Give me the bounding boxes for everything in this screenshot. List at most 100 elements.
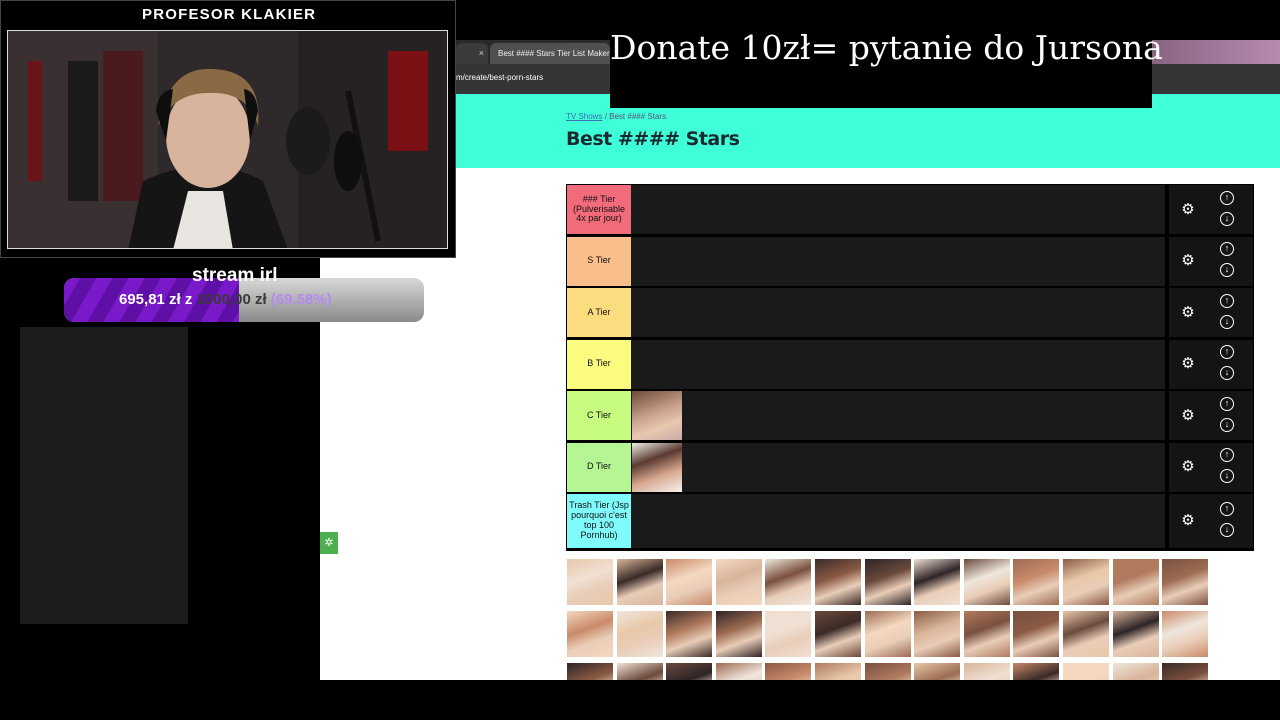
pool-item-image[interactable]	[764, 558, 813, 606]
gear-icon[interactable]: ⚙	[1180, 459, 1196, 475]
pool-item-image[interactable]	[1161, 662, 1210, 680]
pool-item-image[interactable]	[962, 610, 1011, 658]
tier-drop-zone[interactable]	[632, 288, 1165, 337]
tier-item-image[interactable]	[632, 391, 682, 440]
tier-controls: ⚙ ↑ ↓	[1165, 391, 1253, 440]
page-title: Best #### Stars	[566, 128, 740, 150]
donation-banner-text: Donate 10zł= pytanie do Jursona	[610, 28, 1163, 67]
pool-item-image[interactable]	[863, 558, 912, 606]
pool-item-image[interactable]	[913, 558, 962, 606]
gear-icon[interactable]: ⚙	[1180, 201, 1196, 218]
pool-item-image[interactable]	[615, 558, 664, 606]
pool-item-image[interactable]	[913, 610, 962, 658]
pool-item-image[interactable]	[814, 558, 862, 606]
pool-item-image[interactable]	[665, 558, 714, 606]
tier-label[interactable]: ### Tier (Pulverisable 4x par jour)	[567, 185, 631, 234]
goal-title: stream irl	[192, 265, 278, 286]
pool-item-image[interactable]	[764, 610, 813, 658]
tier-label[interactable]: A Tier	[567, 288, 631, 337]
arrow-down-circle-icon[interactable]: ↓	[1220, 523, 1234, 537]
arrow-up-circle-icon[interactable]: ↑	[1220, 345, 1234, 359]
tier-row: D Tier ⚙ ↑ ↓	[567, 442, 1253, 494]
breadcrumb-link-tv-shows[interactable]: TV Shows	[566, 112, 602, 121]
pool-item-image[interactable]	[566, 662, 614, 680]
tier-drop-zone[interactable]	[632, 236, 1165, 286]
gear-icon[interactable]: ⚙	[1180, 356, 1196, 372]
pool-item-image[interactable]	[962, 662, 1011, 680]
tier-label[interactable]: D Tier	[567, 442, 631, 492]
pool-item-image[interactable]	[714, 610, 763, 658]
arrow-down-circle-icon[interactable]: ↓	[1220, 469, 1234, 483]
gear-icon[interactable]: ⚙	[1180, 407, 1196, 424]
pool-item-image[interactable]	[814, 610, 862, 658]
tier-controls: ⚙ ↑ ↓	[1165, 236, 1253, 286]
pool-item-image[interactable]	[665, 662, 714, 680]
unranked-image-pool	[566, 558, 1212, 680]
pool-item-image[interactable]	[566, 558, 614, 606]
pool-item-image[interactable]	[1161, 610, 1210, 658]
arrow-up-circle-icon[interactable]: ↑	[1220, 502, 1234, 516]
pool-item-image[interactable]	[1062, 558, 1110, 606]
webcam-feed	[7, 30, 448, 249]
tier-item-image[interactable]	[632, 442, 682, 492]
tier-label[interactable]: C Tier	[567, 391, 631, 440]
extension-icon[interactable]: ✲	[320, 532, 338, 554]
arrow-up-circle-icon[interactable]: ↑	[1220, 396, 1234, 411]
webcam-image	[8, 31, 447, 248]
url-path: m/create/best-porn-stars	[456, 73, 544, 82]
arrow-down-circle-icon[interactable]: ↓	[1220, 263, 1234, 277]
arrow-up-circle-icon[interactable]: ↑	[1220, 242, 1234, 256]
pool-item-image[interactable]	[566, 610, 614, 658]
pool-item-image[interactable]	[913, 662, 962, 680]
arrow-up-circle-icon[interactable]: ↑	[1220, 448, 1234, 462]
tab-previous[interactable]: ×	[456, 43, 488, 64]
pool-item-image[interactable]	[1012, 558, 1061, 606]
pool-item-image[interactable]	[863, 610, 912, 658]
arrow-up-circle-icon[interactable]: ↑	[1220, 293, 1234, 308]
pool-item-image[interactable]	[615, 610, 664, 658]
arrow-down-circle-icon[interactable]: ↓	[1220, 417, 1234, 432]
pool-item-image[interactable]	[814, 662, 862, 680]
arrow-up-circle-icon[interactable]: ↑	[1220, 190, 1234, 205]
pool-item-image[interactable]	[1111, 610, 1160, 658]
tier-drop-zone[interactable]	[632, 185, 1165, 234]
arrow-down-circle-icon[interactable]: ↓	[1220, 211, 1234, 226]
tier-list: ### Tier (Pulverisable 4x par jour) ⚙ ↑ ↓ S …	[566, 184, 1254, 551]
goal-current: 695,81 zł	[119, 291, 181, 308]
arrow-down-circle-icon[interactable]: ↓	[1220, 366, 1234, 380]
pool-item-image[interactable]	[1012, 610, 1061, 658]
pool-item-image[interactable]	[714, 558, 763, 606]
arrow-down-circle-icon[interactable]: ↓	[1220, 314, 1234, 329]
close-icon[interactable]: ×	[479, 48, 484, 58]
pool-item-image[interactable]	[714, 662, 763, 680]
tier-controls: ⚙ ↑ ↓	[1165, 288, 1253, 337]
tab-active[interactable]: Best #### Stars Tier List Maker	[490, 43, 610, 64]
pool-item-image[interactable]	[1111, 662, 1160, 680]
url-text[interactable]: m/create/best-porn-stars	[456, 73, 543, 82]
tier-drop-zone[interactable]	[632, 339, 1165, 389]
pool-item-image[interactable]	[1111, 558, 1160, 606]
chat-panel	[20, 327, 188, 624]
gear-icon[interactable]: ⚙	[1180, 513, 1196, 529]
pool-item-image[interactable]	[863, 662, 912, 680]
pool-item-image[interactable]	[615, 662, 664, 680]
tier-drop-zone[interactable]	[632, 391, 1165, 440]
gear-icon[interactable]: ⚙	[1180, 253, 1196, 269]
pool-item-image[interactable]	[1012, 662, 1061, 680]
tier-drop-zone[interactable]	[632, 494, 1165, 548]
tier-label[interactable]: S Tier	[567, 236, 631, 286]
pool-item-image[interactable]	[764, 662, 813, 680]
breadcrumb-current: Best #### Stars	[609, 112, 667, 121]
pool-item-image[interactable]	[1062, 662, 1110, 680]
tier-drop-zone[interactable]	[632, 442, 1165, 492]
pool-item-image[interactable]	[1161, 558, 1210, 606]
pool-item-image[interactable]	[665, 610, 714, 658]
gear-icon[interactable]: ⚙	[1180, 304, 1196, 321]
goal-amount: 695,81 zł z 1000,00 zł (69.58%)	[119, 291, 332, 308]
tier-controls: ⚙ ↑ ↓	[1165, 339, 1253, 389]
tier-label[interactable]: Trash Tier (Jsp pourquoi c'est top 100 P…	[567, 494, 631, 548]
tier-label[interactable]: B Tier	[567, 339, 631, 389]
streamer-name: PROFESOR KLAKIER	[142, 6, 317, 23]
pool-item-image[interactable]	[962, 558, 1011, 606]
pool-item-image[interactable]	[1062, 610, 1110, 658]
